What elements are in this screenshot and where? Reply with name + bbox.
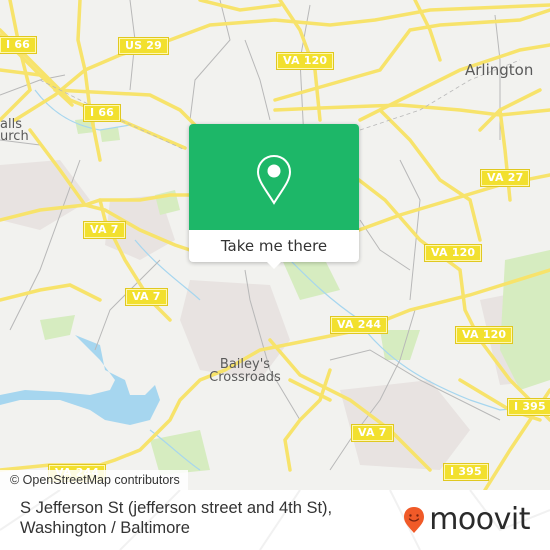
moovit-logo-text: moovit [429, 502, 530, 537]
road-shield-i66: I 66 [82, 104, 122, 122]
road-shield-va7: VA 7 [351, 424, 394, 442]
moovit-logo[interactable]: moovit [403, 505, 530, 535]
popup-pointer [266, 261, 282, 269]
take-me-there-button[interactable]: Take me there [189, 230, 359, 262]
location-pin-icon [256, 154, 292, 205]
road-shield-va27: VA 27 [479, 169, 531, 187]
road-shield-us29: US 29 [118, 37, 169, 55]
road-shield-va7: VA 7 [83, 221, 126, 239]
road-shield-i395: I 395 [507, 398, 550, 416]
road-shield-i66: I 66 [0, 36, 38, 54]
popup-header[interactable] [189, 124, 359, 230]
location-popup[interactable]: Take me there [189, 124, 359, 269]
place-label-baileys-2: Crossroads [209, 370, 281, 385]
road-shield-va7: VA 7 [125, 288, 168, 306]
road-shield-i395: I 395 [443, 463, 489, 481]
road-shield-va120: VA 120 [275, 52, 335, 70]
road-shield-va244: VA 244 [329, 316, 389, 334]
place-label-arlington: Arlington [465, 61, 534, 79]
map-attribution[interactable]: © OpenStreetMap contributors [0, 470, 188, 490]
moovit-pin-icon [404, 507, 425, 533]
road-shield-va120: VA 120 [423, 244, 483, 262]
map-view[interactable]: Arlington alls urch Bailey's Crossroads … [0, 0, 550, 490]
place-label-falls-church-2: urch [0, 129, 29, 144]
address-text: S Jefferson St (jefferson street and 4th… [20, 498, 332, 538]
address-line-2: Washington / Baltimore [20, 519, 190, 537]
footer: S Jefferson St (jefferson street and 4th… [0, 490, 550, 550]
address-line-1: S Jefferson St (jefferson street and 4th… [20, 499, 333, 517]
road-shield-va120: VA 120 [454, 326, 514, 344]
